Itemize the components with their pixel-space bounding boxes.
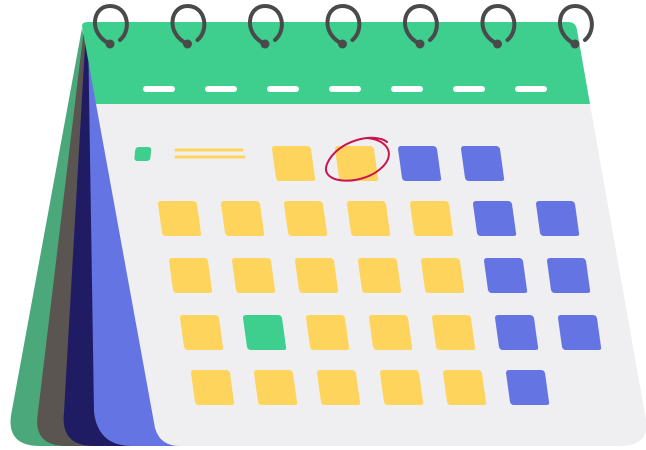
day-cell — [284, 201, 328, 236]
day-cell — [272, 146, 316, 181]
day-cell — [347, 201, 391, 236]
binder-hole — [338, 39, 347, 49]
day-cell — [432, 315, 476, 350]
day-cell — [547, 258, 591, 293]
day-cell — [398, 146, 442, 181]
day-cell — [317, 370, 361, 405]
day-cell — [243, 315, 287, 350]
day-cell — [169, 258, 213, 293]
day-cell — [158, 201, 202, 236]
day-cell — [306, 315, 350, 350]
day-cell — [369, 315, 413, 350]
day-cell — [443, 370, 487, 405]
binder-hole — [260, 39, 270, 49]
legend-dot — [134, 147, 152, 161]
day-cell — [421, 258, 465, 293]
day-cell — [473, 201, 517, 236]
binder-hole — [570, 39, 580, 49]
day-cell — [295, 258, 339, 293]
binder-hole — [493, 39, 502, 49]
binder-hole — [105, 39, 115, 49]
day-cell — [506, 370, 550, 405]
day-cell — [495, 315, 539, 350]
binder-hole — [183, 39, 192, 49]
calendar-illustration-svg — [10, 3, 646, 446]
day-cell — [484, 258, 528, 293]
calendar-illustration — [0, 0, 646, 450]
day-cell — [221, 201, 265, 236]
day-cell — [558, 315, 602, 350]
day-cell — [380, 370, 424, 405]
day-cell — [232, 258, 276, 293]
day-cell — [254, 370, 298, 405]
day-cell — [461, 146, 505, 181]
binder-hole — [415, 39, 425, 49]
day-cell — [358, 258, 402, 293]
day-cell — [410, 201, 454, 236]
day-cell — [536, 201, 580, 236]
day-cell — [180, 315, 224, 350]
day-cell — [191, 370, 235, 405]
